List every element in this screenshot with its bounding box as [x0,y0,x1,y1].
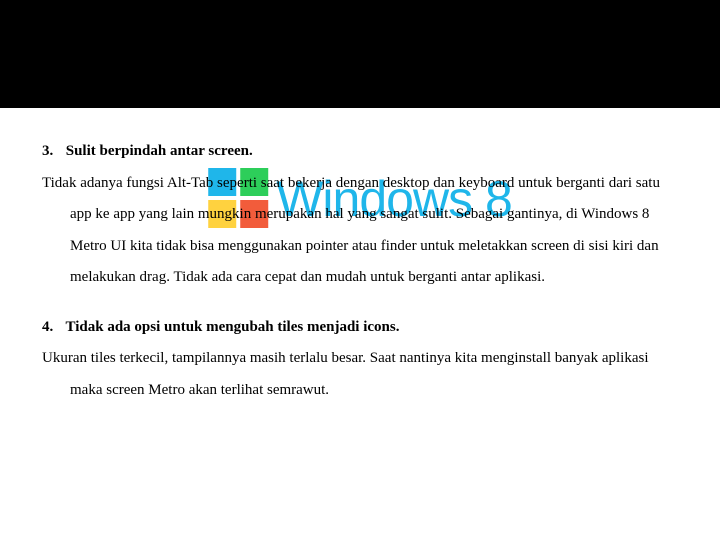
item-number: 4. [42,312,62,344]
list-item-heading: 3. Sulit berpindah antar screen. [42,136,678,168]
item-title: Tidak ada opsi untuk mengubah tiles menj… [65,319,399,335]
item-body: Tidak adanya fungsi Alt-Tab seperti saat… [42,168,678,294]
list-item-heading: 4. Tidak ada opsi untuk mengubah tiles m… [42,312,678,344]
item-title: Sulit berpindah antar screen. [66,143,253,159]
item-body: Ukuran tiles terkecil, tampilannya masih… [42,343,678,406]
slide-content-area: Windows 8 3. Sulit berpindah antar scree… [0,108,720,540]
item-number: 3. [42,136,62,168]
text-content: 3. Sulit berpindah antar screen. Tidak a… [42,136,678,406]
